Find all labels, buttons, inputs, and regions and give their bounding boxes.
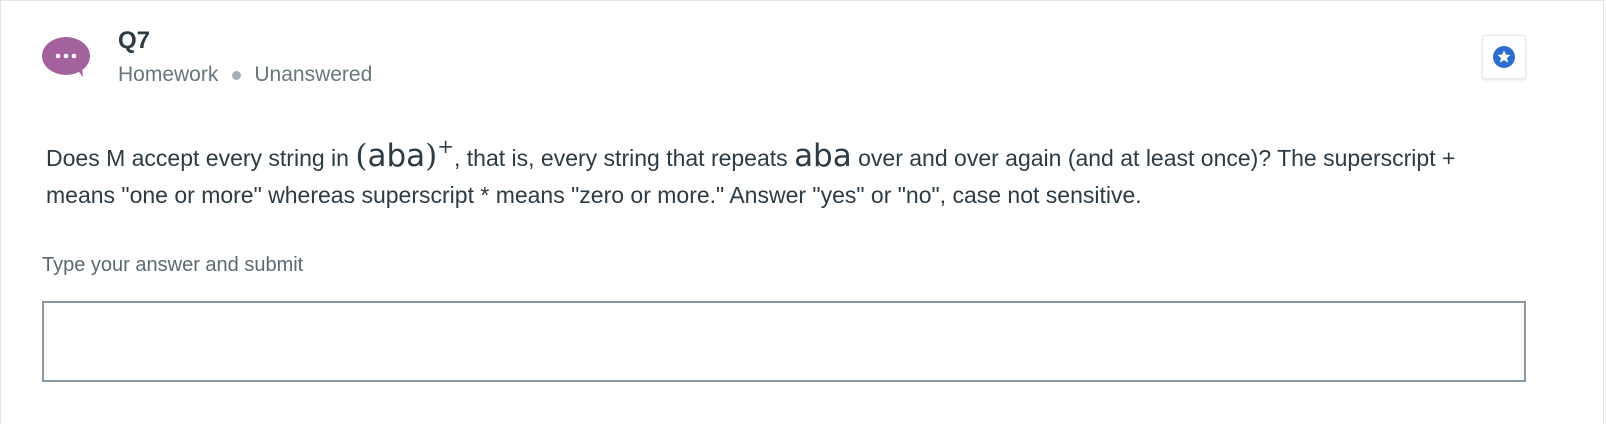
math-term-2: aba [794,138,852,174]
math-superscript: + [437,134,454,158]
status-label: Unanswered [254,63,373,86]
question-text: Does M accept every string in (aba)+, th… [46,136,1526,214]
answer-input[interactable] [42,301,1526,382]
math-paren-open: ( [355,138,368,174]
question-meta: Homework Unanswered [118,63,372,87]
star-badge-icon [1493,46,1515,68]
question-middle: , that is, every string that repeats [454,145,795,171]
separator-dot [232,70,242,80]
category-label: Homework [118,63,219,86]
math-term: aba [367,138,426,174]
math-paren-close: ) [425,138,438,174]
answer-label: Type your answer and submit [42,254,304,276]
question-card: Q7 Homework Unanswered Does M accept eve… [0,0,1604,424]
question-prefix: Does M accept every string in [46,145,356,171]
question-title: Q7 [118,27,151,54]
flag-question-button[interactable] [1482,35,1526,79]
chat-bubble-icon [42,37,90,77]
